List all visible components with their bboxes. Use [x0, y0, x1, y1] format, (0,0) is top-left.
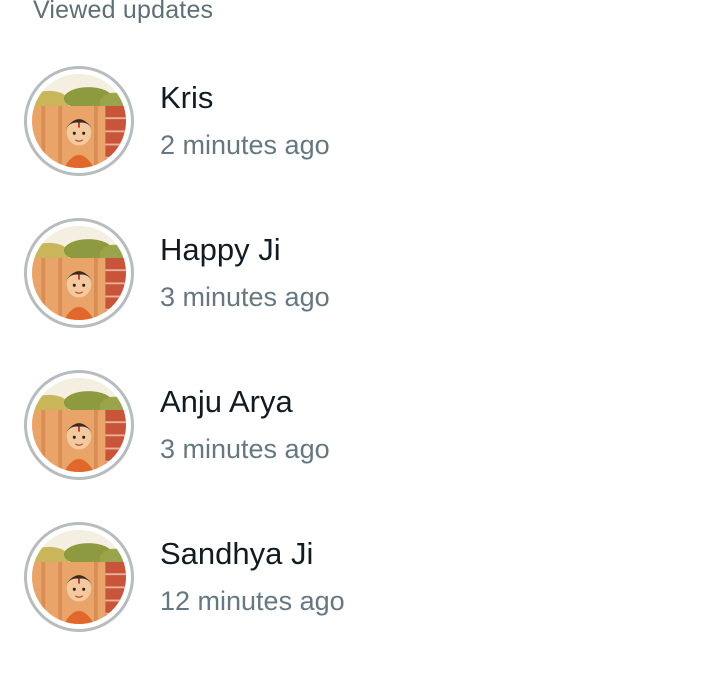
- section-header-viewed-updates: Viewed updates: [33, 0, 214, 24]
- status-ring-viewed[interactable]: [24, 370, 134, 480]
- status-contact-name: Sandhya Ji: [160, 536, 314, 571]
- status-timestamp: 3 minutes ago: [160, 434, 330, 464]
- status-contact-name: Anju Arya: [160, 384, 293, 419]
- status-timestamp: 3 minutes ago: [160, 282, 330, 312]
- status-contact-name: Happy Ji: [160, 232, 281, 267]
- status-item[interactable]: Sandhya Ji 12 minutes ago: [0, 522, 720, 674]
- status-ring-viewed[interactable]: [24, 66, 134, 176]
- status-item[interactable]: Anju Arya 3 minutes ago: [0, 370, 720, 522]
- status-contact-name: Kris: [160, 80, 214, 115]
- status-item[interactable]: Happy Ji 3 minutes ago: [0, 218, 720, 370]
- cartoon-child-avatar-icon: [32, 530, 126, 624]
- viewed-status-list: Kris 2 minutes ago Happy Ji 3 minutes ag…: [0, 66, 720, 674]
- status-timestamp: 2 minutes ago: [160, 130, 330, 160]
- status-ring-viewed[interactable]: [24, 218, 134, 328]
- status-timestamp: 12 minutes ago: [160, 586, 345, 616]
- cartoon-child-avatar-icon: [32, 74, 126, 168]
- status-ring-viewed[interactable]: [24, 522, 134, 632]
- cartoon-child-avatar-icon: [32, 226, 126, 320]
- cartoon-child-avatar-icon: [32, 378, 126, 472]
- status-item[interactable]: Kris 2 minutes ago: [0, 66, 720, 218]
